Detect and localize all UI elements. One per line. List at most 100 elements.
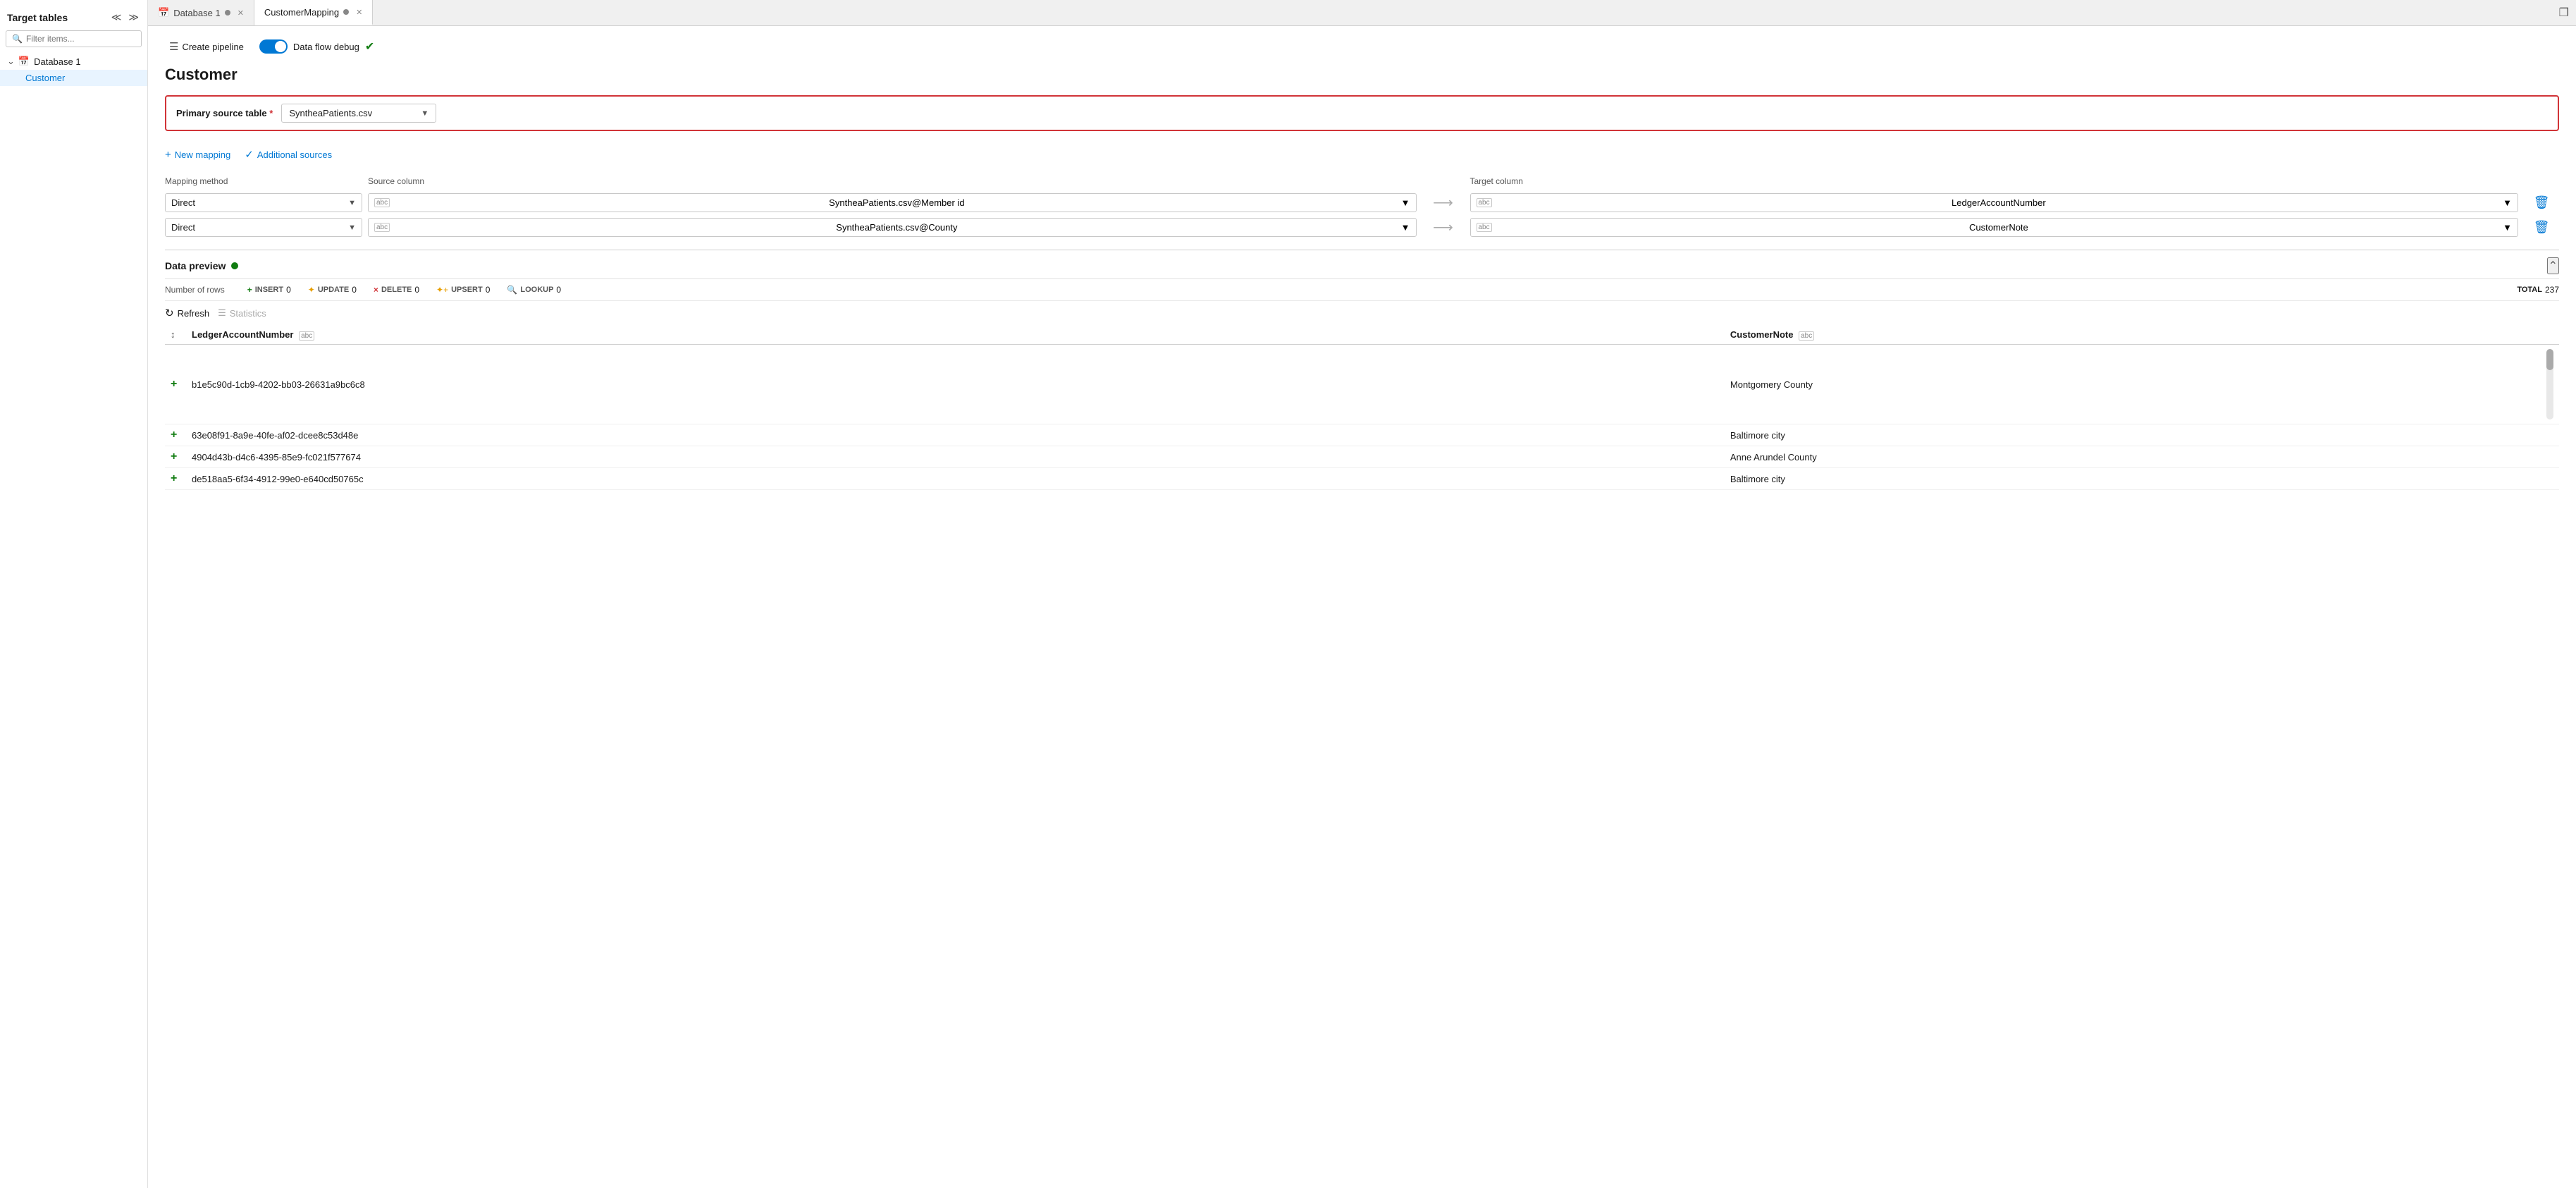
collapse-preview-button[interactable]: ⌃ bbox=[2547, 257, 2559, 274]
refresh-icon: ↻ bbox=[165, 307, 174, 319]
target-column-select-1[interactable]: abc LedgerAccountNumber ▼ bbox=[1470, 193, 2519, 212]
customer-note-value: Montgomery County bbox=[1725, 345, 2541, 424]
mapping-method-select-2[interactable]: Direct ▼ bbox=[165, 218, 362, 237]
refresh-button[interactable]: ↻ Refresh bbox=[165, 307, 209, 319]
create-pipeline-label: Create pipeline bbox=[182, 42, 243, 52]
tab-database1-label: Database 1 bbox=[173, 8, 221, 18]
toolbar: ☰ Create pipeline Data flow debug ✔ bbox=[165, 37, 2559, 56]
toggle-knob bbox=[275, 41, 286, 52]
total-value: 237 bbox=[2545, 285, 2559, 295]
chevron-down-icon: ▼ bbox=[348, 223, 356, 232]
sidebar-db-label: Database 1 bbox=[34, 56, 81, 67]
tab-database1-close[interactable]: ✕ bbox=[238, 8, 244, 18]
mapping-row: Direct ▼ abc SyntheaPatients.csv@County … bbox=[165, 218, 2559, 237]
data-flow-debug-toggle: Data flow debug ✔ bbox=[259, 39, 374, 54]
ledger-value: 4904d43b-d4c6-4395-85e9-fc021f577674 bbox=[186, 446, 1725, 468]
lookup-value: 0 bbox=[556, 285, 561, 295]
table-header-row: ↕ LedgerAccountNumber abc CustomerNote a… bbox=[165, 325, 2559, 345]
search-input[interactable] bbox=[26, 34, 135, 44]
sidebar-search-box[interactable]: 🔍 bbox=[6, 30, 142, 47]
sidebar-header: Target tables ≪ ≫ bbox=[0, 6, 147, 30]
tab-customermapping-label: CustomerMapping bbox=[264, 7, 339, 18]
number-of-rows-label: Number of rows bbox=[165, 285, 225, 295]
tab-customermapping-dot bbox=[343, 9, 349, 15]
toggle-switch[interactable] bbox=[259, 39, 288, 54]
additional-sources-button[interactable]: ✓ Additional sources bbox=[245, 145, 332, 164]
data-preview-title-group: Data preview bbox=[165, 260, 238, 271]
new-mapping-button[interactable]: + New mapping bbox=[165, 146, 230, 164]
target-column-value-1: LedgerAccountNumber bbox=[1952, 197, 2046, 208]
tab-customermapping[interactable]: CustomerMapping ✕ bbox=[254, 0, 373, 25]
chevron-down-icon: ▼ bbox=[2503, 197, 2512, 208]
primary-source-box: Primary source table * SyntheaPatients.c… bbox=[165, 95, 2559, 131]
expand-sidebar-button[interactable]: ≫ bbox=[127, 10, 140, 25]
check-icon: ✔ bbox=[365, 39, 374, 54]
data-preview-table: ↕ LedgerAccountNumber abc CustomerNote a… bbox=[165, 325, 2559, 490]
customer-note-value: Baltimore city bbox=[1725, 424, 2541, 446]
source-column-select-1[interactable]: abc SyntheaPatients.csv@Member id ▼ bbox=[368, 193, 1417, 212]
scrollbar-cell bbox=[2541, 424, 2559, 446]
delete-mapping-2-button[interactable]: 🗑 bbox=[2524, 220, 2559, 235]
upsert-label: UPSERT bbox=[451, 286, 483, 294]
insert-icon: + bbox=[247, 285, 252, 295]
database-icon: 📅 bbox=[18, 56, 30, 67]
row-stats-bar: Number of rows + INSERT 0 ✦ UPDATE 0 × D… bbox=[165, 279, 2559, 301]
scrollbar-cell bbox=[2541, 446, 2559, 468]
statistics-button[interactable]: ☰ Statistics bbox=[218, 307, 266, 319]
expand-icon[interactable]: ❐ bbox=[2552, 1, 2576, 24]
delete-mapping-1-button[interactable]: 🗑 bbox=[2524, 195, 2559, 210]
primary-source-label-text: Primary source table bbox=[176, 108, 267, 118]
row-marker: + bbox=[165, 424, 186, 446]
delete-stat: × DELETE 0 bbox=[374, 285, 419, 295]
mapping-method-select-1[interactable]: Direct ▼ bbox=[165, 193, 362, 212]
sidebar-item-database1[interactable]: ⌄ 📅 Database 1 bbox=[0, 53, 147, 70]
tab-database1-dot bbox=[225, 10, 230, 16]
sidebar-table-label: Customer bbox=[25, 73, 65, 83]
pipeline-icon: ☰ bbox=[169, 40, 178, 53]
delete-label: DELETE bbox=[381, 286, 412, 294]
sidebar-item-customer[interactable]: Customer bbox=[0, 70, 147, 86]
primary-source-dropdown[interactable]: SyntheaPatients.csv ▼ bbox=[281, 104, 436, 123]
source-column-select-2[interactable]: abc SyntheaPatients.csv@County ▼ bbox=[368, 218, 1417, 237]
mapping-actions: + New mapping ✓ Additional sources bbox=[165, 145, 2559, 164]
upsert-icon: ✦+ bbox=[436, 285, 448, 295]
lookup-label: LOOKUP bbox=[520, 286, 553, 294]
mapping-method-value-1: Direct bbox=[171, 197, 195, 208]
tab-database1[interactable]: 📅 Database 1 ✕ bbox=[148, 0, 254, 25]
collapse-sidebar-button[interactable]: ≪ bbox=[110, 10, 123, 25]
target-column-select-2[interactable]: abc CustomerNote ▼ bbox=[1470, 218, 2519, 237]
table-row: + 63e08f91-8a9e-40fe-af02-dcee8c53d48e B… bbox=[165, 424, 2559, 446]
insert-label: INSERT bbox=[255, 286, 283, 294]
update-label: UPDATE bbox=[318, 286, 349, 294]
primary-source-value: SyntheaPatients.csv bbox=[289, 108, 372, 118]
lookup-stat: 🔍 LOOKUP 0 bbox=[507, 285, 561, 295]
customer-note-type-badge: abc bbox=[1799, 331, 1814, 341]
target-column-value-2: CustomerNote bbox=[1969, 222, 2028, 233]
insert-value: 0 bbox=[286, 285, 291, 295]
customer-note-value: Baltimore city bbox=[1725, 468, 2541, 490]
sidebar: Target tables ≪ ≫ 🔍 ⌄ 📅 Database 1 Custo… bbox=[0, 0, 148, 1188]
update-value: 0 bbox=[352, 285, 357, 295]
abc-badge-target-1: abc bbox=[1477, 198, 1492, 207]
statistics-label: Statistics bbox=[230, 308, 266, 319]
ledger-col-label: LedgerAccountNumber bbox=[192, 329, 293, 340]
row-marker: + bbox=[165, 345, 186, 424]
tab-customermapping-close[interactable]: ✕ bbox=[356, 8, 362, 17]
delete-icon: × bbox=[374, 285, 378, 295]
arrow-right-icon: ⟶ bbox=[1422, 219, 1465, 236]
mapping-header: Mapping method Source column Target colu… bbox=[165, 173, 2559, 189]
total-label: TOTAL bbox=[2517, 286, 2542, 294]
additional-sources-label: Additional sources bbox=[257, 149, 332, 160]
create-pipeline-button[interactable]: ☰ Create pipeline bbox=[165, 37, 248, 56]
abc-badge-2: abc bbox=[374, 223, 390, 232]
ledger-account-number-header: LedgerAccountNumber abc bbox=[186, 325, 1725, 345]
table-row: + 4904d43b-d4c6-4395-85e9-fc021f577674 A… bbox=[165, 446, 2559, 468]
tab-database1-icon: 📅 bbox=[158, 7, 169, 18]
ledger-value: 63e08f91-8a9e-40fe-af02-dcee8c53d48e bbox=[186, 424, 1725, 446]
sort-header: ↕ bbox=[165, 325, 186, 345]
chevron-down-icon: ⌄ bbox=[7, 56, 15, 67]
chevron-down-icon: ▼ bbox=[421, 109, 429, 118]
search-icon: 🔍 bbox=[12, 34, 23, 44]
abc-badge-target-2: abc bbox=[1477, 223, 1492, 232]
customer-note-header: CustomerNote abc bbox=[1725, 325, 2541, 345]
